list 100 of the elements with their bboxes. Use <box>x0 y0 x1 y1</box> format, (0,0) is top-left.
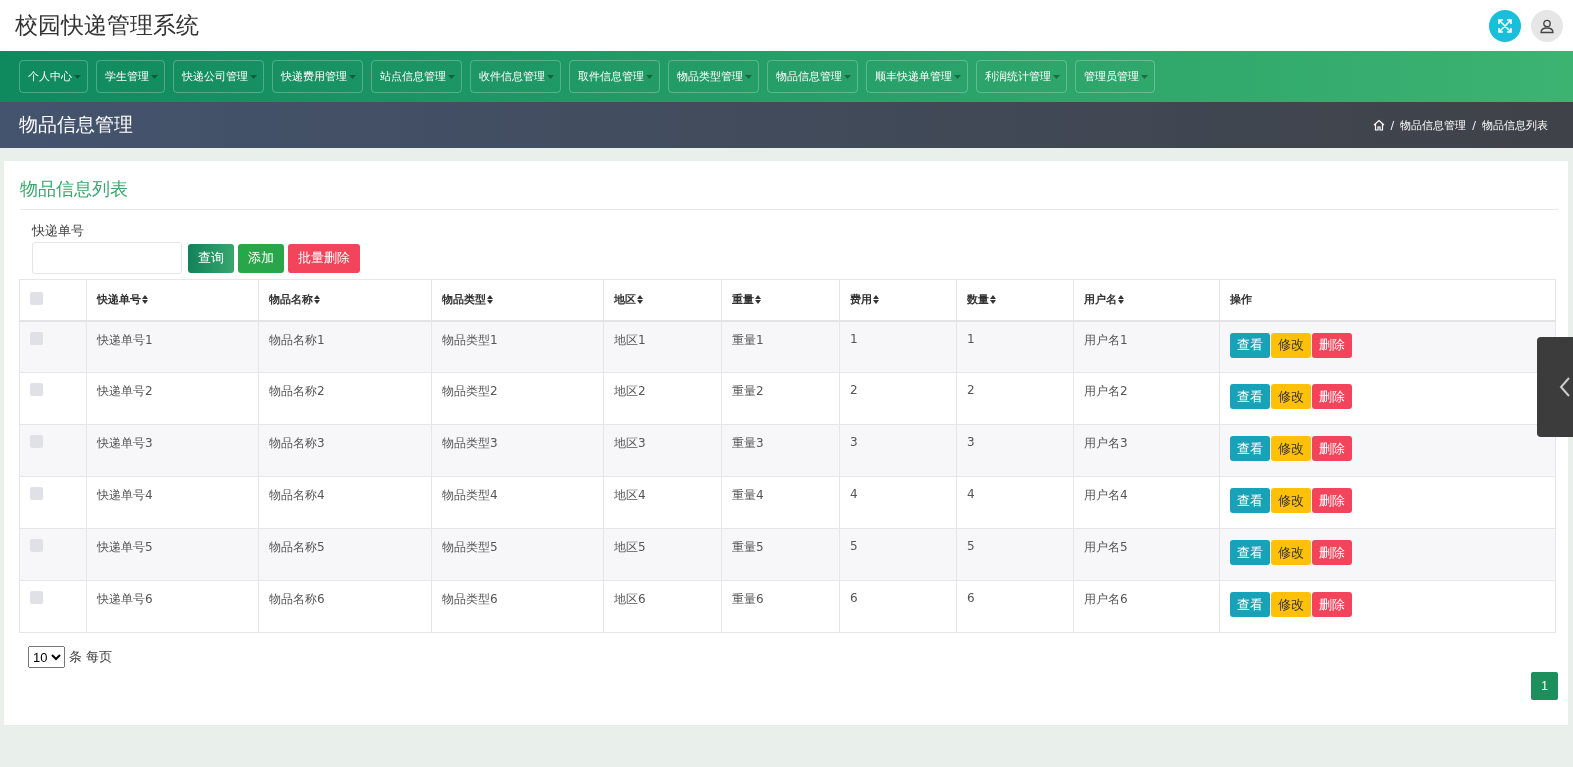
caret-icon <box>1053 74 1060 79</box>
edit-button[interactable]: 修改 <box>1271 540 1311 565</box>
sort-icon[interactable] <box>314 295 320 305</box>
table-cell: 用户名1 <box>1084 332 1128 347</box>
nav-menu-item[interactable]: 个人中心 <box>19 60 88 93</box>
view-button[interactable]: 查看 <box>1230 540 1270 565</box>
table-cell: 物品类型4 <box>442 488 498 502</box>
sort-icon[interactable] <box>755 295 761 305</box>
page-size-select[interactable]: 10 <box>28 646 65 668</box>
column-header[interactable]: 地区 <box>614 293 636 307</box>
edit-button[interactable]: 修改 <box>1271 592 1311 617</box>
caret-icon <box>349 74 356 79</box>
sort-icon[interactable] <box>142 295 148 305</box>
column-header: 操作 <box>1230 293 1252 307</box>
table-cell: 3 <box>967 435 975 449</box>
caret-icon <box>250 74 257 79</box>
sort-icon[interactable] <box>487 295 493 305</box>
table-cell: 物品类型1 <box>442 332 498 347</box>
view-button[interactable]: 查看 <box>1230 488 1270 513</box>
add-button[interactable]: 添加 <box>238 243 284 273</box>
user-button[interactable] <box>1531 9 1563 42</box>
table-cell: 快递单号4 <box>97 488 153 502</box>
row-checkbox[interactable] <box>30 331 43 345</box>
column-header[interactable]: 快递单号 <box>97 293 141 307</box>
table-cell: 用户名2 <box>1084 384 1128 398</box>
column-header[interactable]: 物品类型 <box>442 293 486 307</box>
table-cell: 物品名称1 <box>269 332 325 347</box>
caret-icon <box>954 74 961 79</box>
row-checkbox[interactable] <box>30 539 43 552</box>
breadcrumb-separator: / <box>1390 118 1395 132</box>
table-cell: 2 <box>850 383 858 397</box>
sort-icon[interactable] <box>873 295 879 305</box>
delete-button[interactable]: 删除 <box>1312 592 1352 617</box>
caret-icon <box>448 74 455 79</box>
edit-button[interactable]: 修改 <box>1271 384 1311 409</box>
home-icon[interactable] <box>1372 119 1385 131</box>
table-cell: 6 <box>967 591 975 605</box>
nav-menu-item[interactable]: 收件信息管理 <box>470 60 561 93</box>
sort-icon[interactable] <box>990 295 996 305</box>
table-cell: 重量6 <box>732 592 764 606</box>
nav-menu-item[interactable]: 学生管理 <box>96 60 165 93</box>
table-cell: 物品名称2 <box>269 384 325 398</box>
field-label: 快递单号 <box>32 222 85 240</box>
delete-button[interactable]: 删除 <box>1312 384 1352 409</box>
table-cell: 快递单号2 <box>97 384 153 398</box>
row-checkbox[interactable] <box>30 591 43 604</box>
delete-button[interactable]: 删除 <box>1312 540 1352 565</box>
view-button[interactable]: 查看 <box>1230 592 1270 617</box>
table-cell: 用户名5 <box>1084 540 1128 554</box>
table-cell: 物品名称6 <box>269 592 325 606</box>
column-header[interactable]: 物品名称 <box>269 293 313 307</box>
column-header[interactable]: 数量 <box>967 293 989 307</box>
nav-menu-item[interactable]: 取件信息管理 <box>569 60 660 93</box>
table-cell: 1 <box>850 331 858 346</box>
chevron-left-icon <box>1559 376 1571 398</box>
delete-button[interactable]: 批量删除 <box>288 243 360 273</box>
page-title: 物品信息管理 <box>19 112 133 137</box>
row-checkbox[interactable] <box>30 487 43 500</box>
delete-button[interactable]: 删除 <box>1312 436 1352 461</box>
table-cell: 地区5 <box>614 540 646 554</box>
table-cell: 物品名称4 <box>269 488 325 502</box>
table-cell: 6 <box>850 591 858 605</box>
breadcrumb-link[interactable]: 物品信息列表 <box>1482 117 1548 133</box>
nav-menu-item[interactable]: 利润统计管理 <box>976 60 1067 93</box>
view-button[interactable]: 查看 <box>1230 384 1270 409</box>
nav-menu-item[interactable]: 顺丰快递单管理 <box>866 60 968 93</box>
edit-button[interactable]: 修改 <box>1271 332 1311 358</box>
column-header[interactable]: 用户名 <box>1084 293 1117 307</box>
panel-title: 物品信息列表 <box>20 175 1558 210</box>
view-button[interactable]: 查看 <box>1230 436 1270 461</box>
table-cell: 地区4 <box>614 488 646 502</box>
nav-menu-item[interactable]: 物品类型管理 <box>668 60 759 93</box>
select-all-checkbox[interactable] <box>30 291 43 305</box>
search-button[interactable]: 查询 <box>188 243 234 273</box>
user-icon <box>1539 17 1555 34</box>
sort-icon[interactable] <box>637 295 643 305</box>
caret-icon <box>74 74 81 79</box>
column-header[interactable]: 费用 <box>850 293 872 307</box>
breadcrumb-link[interactable]: 物品信息管理 <box>1400 117 1467 133</box>
edit-button[interactable]: 修改 <box>1271 436 1311 461</box>
nav-menu-item[interactable]: 快递费用管理 <box>272 60 363 93</box>
nav-menu-item[interactable]: 站点信息管理 <box>371 60 462 93</box>
row-checkbox[interactable] <box>30 435 43 448</box>
nav-menu-item[interactable]: 物品信息管理 <box>767 60 858 93</box>
nav-menu-item[interactable]: 管理员管理 <box>1075 60 1155 93</box>
row-checkbox[interactable] <box>30 383 43 396</box>
table-cell: 地区6 <box>614 592 646 606</box>
view-button[interactable]: 查看 <box>1230 332 1270 358</box>
sort-icon[interactable] <box>1118 295 1124 305</box>
delete-button[interactable]: 删除 <box>1312 332 1352 358</box>
table-cell: 地区1 <box>614 332 646 347</box>
table-cell: 重量3 <box>732 436 764 450</box>
table-cell: 快递单号5 <box>97 540 153 554</box>
column-header[interactable]: 重量 <box>732 293 754 307</box>
nav-menu-item[interactable]: 快递公司管理 <box>173 60 264 93</box>
search-field[interactable] <box>32 242 182 274</box>
page-button[interactable]: 1 <box>1531 672 1558 700</box>
delete-button[interactable]: 删除 <box>1312 488 1352 513</box>
caret-icon <box>745 74 752 79</box>
edit-button[interactable]: 修改 <box>1271 488 1311 513</box>
